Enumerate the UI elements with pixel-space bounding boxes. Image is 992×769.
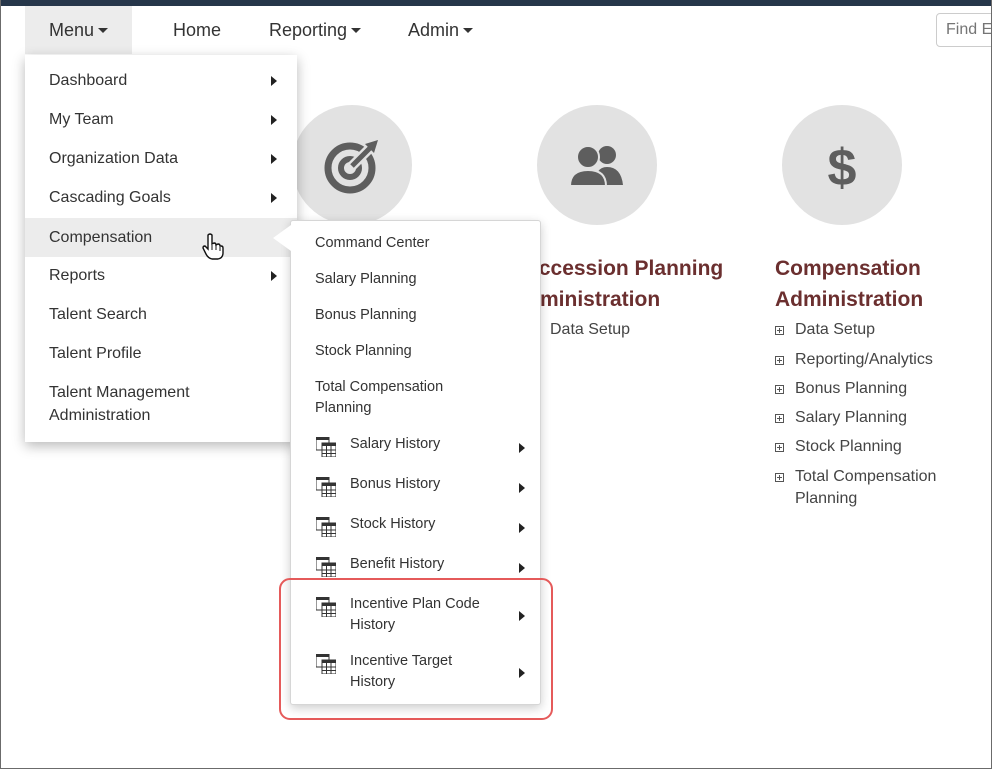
window-frame: [0, 0, 992, 769]
